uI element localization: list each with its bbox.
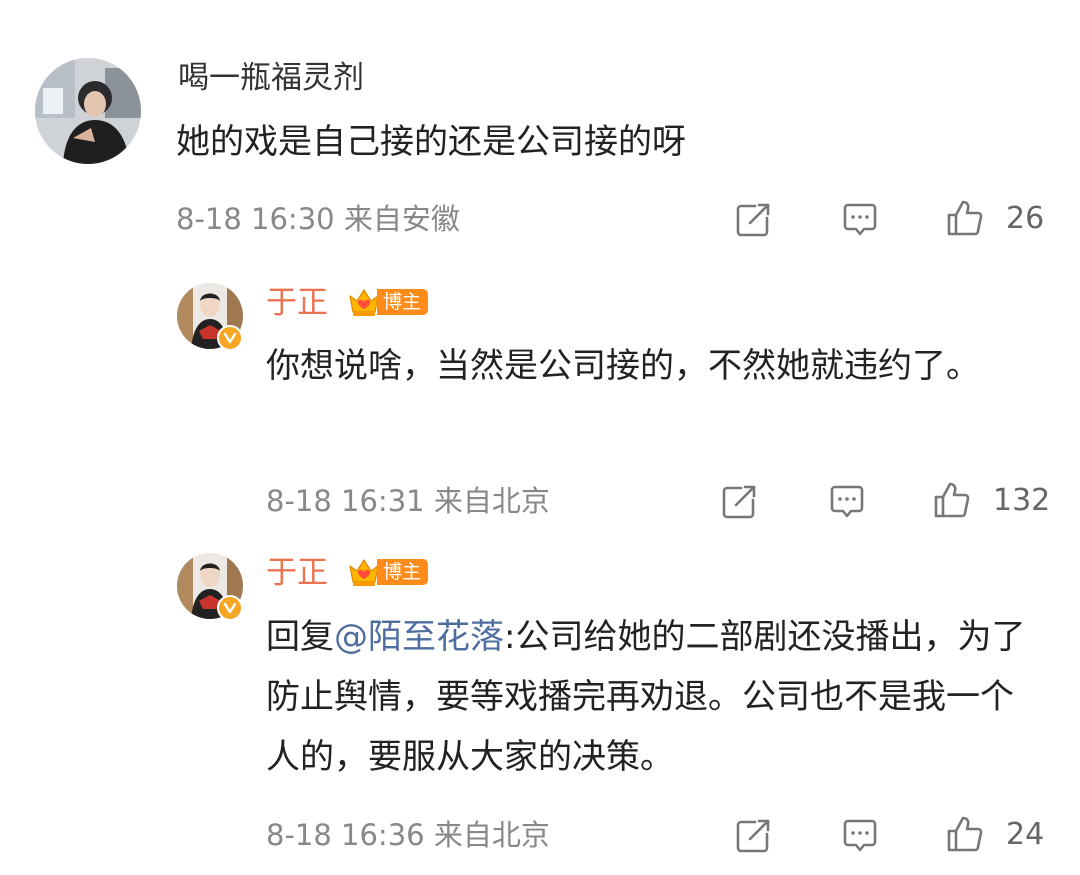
blogger-badge-label: 博主 [377, 289, 429, 315]
blogger-badge-label: 博主 [377, 559, 429, 585]
reply-meta: 8-18 16:31 来自北京 [266, 481, 550, 521]
share-button[interactable] [717, 480, 761, 524]
comment-icon [830, 485, 864, 518]
comment-text: 她的戏是自己接的还是公司接的呀 [176, 122, 686, 162]
comment-meta: 8-18 16:30 来自安徽 [176, 199, 460, 239]
comment-button[interactable] [838, 198, 882, 242]
like-button[interactable] [943, 812, 987, 856]
share-icon [736, 819, 770, 853]
comment-location: 来自安徽 [343, 202, 460, 236]
reply-text: 回复@陌至花落:公司给她的二部剧还没播出，为了防止舆情，要等戏播完再劝退。公司也… [266, 607, 1046, 787]
reply-location: 来自北京 [433, 484, 550, 518]
comment-username[interactable]: 喝一瓶福灵剂 [178, 58, 364, 98]
thumbs-up-icon [947, 200, 983, 236]
reply-time: 8-18 16:31 [266, 484, 425, 518]
reply-meta: 8-18 16:36 来自北京 [266, 815, 550, 855]
share-icon [722, 485, 756, 519]
reply-text: 你想说啥，当然是公司接的，不然她就违约了。 [266, 346, 980, 386]
verified-badge-icon [217, 325, 243, 351]
blogger-badge: 博主 [347, 285, 429, 319]
like-count: 24 [1006, 817, 1045, 852]
share-button[interactable] [731, 198, 775, 242]
reply-username[interactable]: 于正 [266, 283, 328, 323]
mention-link[interactable]: @陌至花落 [334, 617, 504, 657]
user-avatar[interactable] [35, 58, 141, 164]
like-count: 132 [993, 483, 1051, 518]
reply-username[interactable]: 于正 [266, 553, 328, 593]
crown-icon [349, 559, 379, 586]
comment-icon [843, 819, 877, 852]
reply-time: 8-18 16:36 [266, 818, 425, 852]
reply-prefix: 回复 [266, 617, 334, 657]
thumbs-up-icon [947, 816, 983, 852]
avatar-photo [35, 58, 141, 164]
blogger-badge: 博主 [347, 555, 429, 589]
like-button[interactable] [943, 196, 987, 240]
verified-badge-icon [217, 595, 243, 621]
like-count: 26 [1006, 201, 1045, 236]
comment-button[interactable] [825, 480, 869, 524]
share-button[interactable] [731, 814, 775, 858]
comment-time: 8-18 16:30 [176, 202, 335, 236]
share-icon [736, 203, 770, 237]
comment-button[interactable] [838, 814, 882, 858]
like-button[interactable] [930, 478, 974, 522]
comment-icon [843, 203, 877, 236]
reply-location: 来自北京 [433, 818, 550, 852]
thumbs-up-icon [934, 482, 970, 518]
crown-icon [349, 289, 379, 316]
